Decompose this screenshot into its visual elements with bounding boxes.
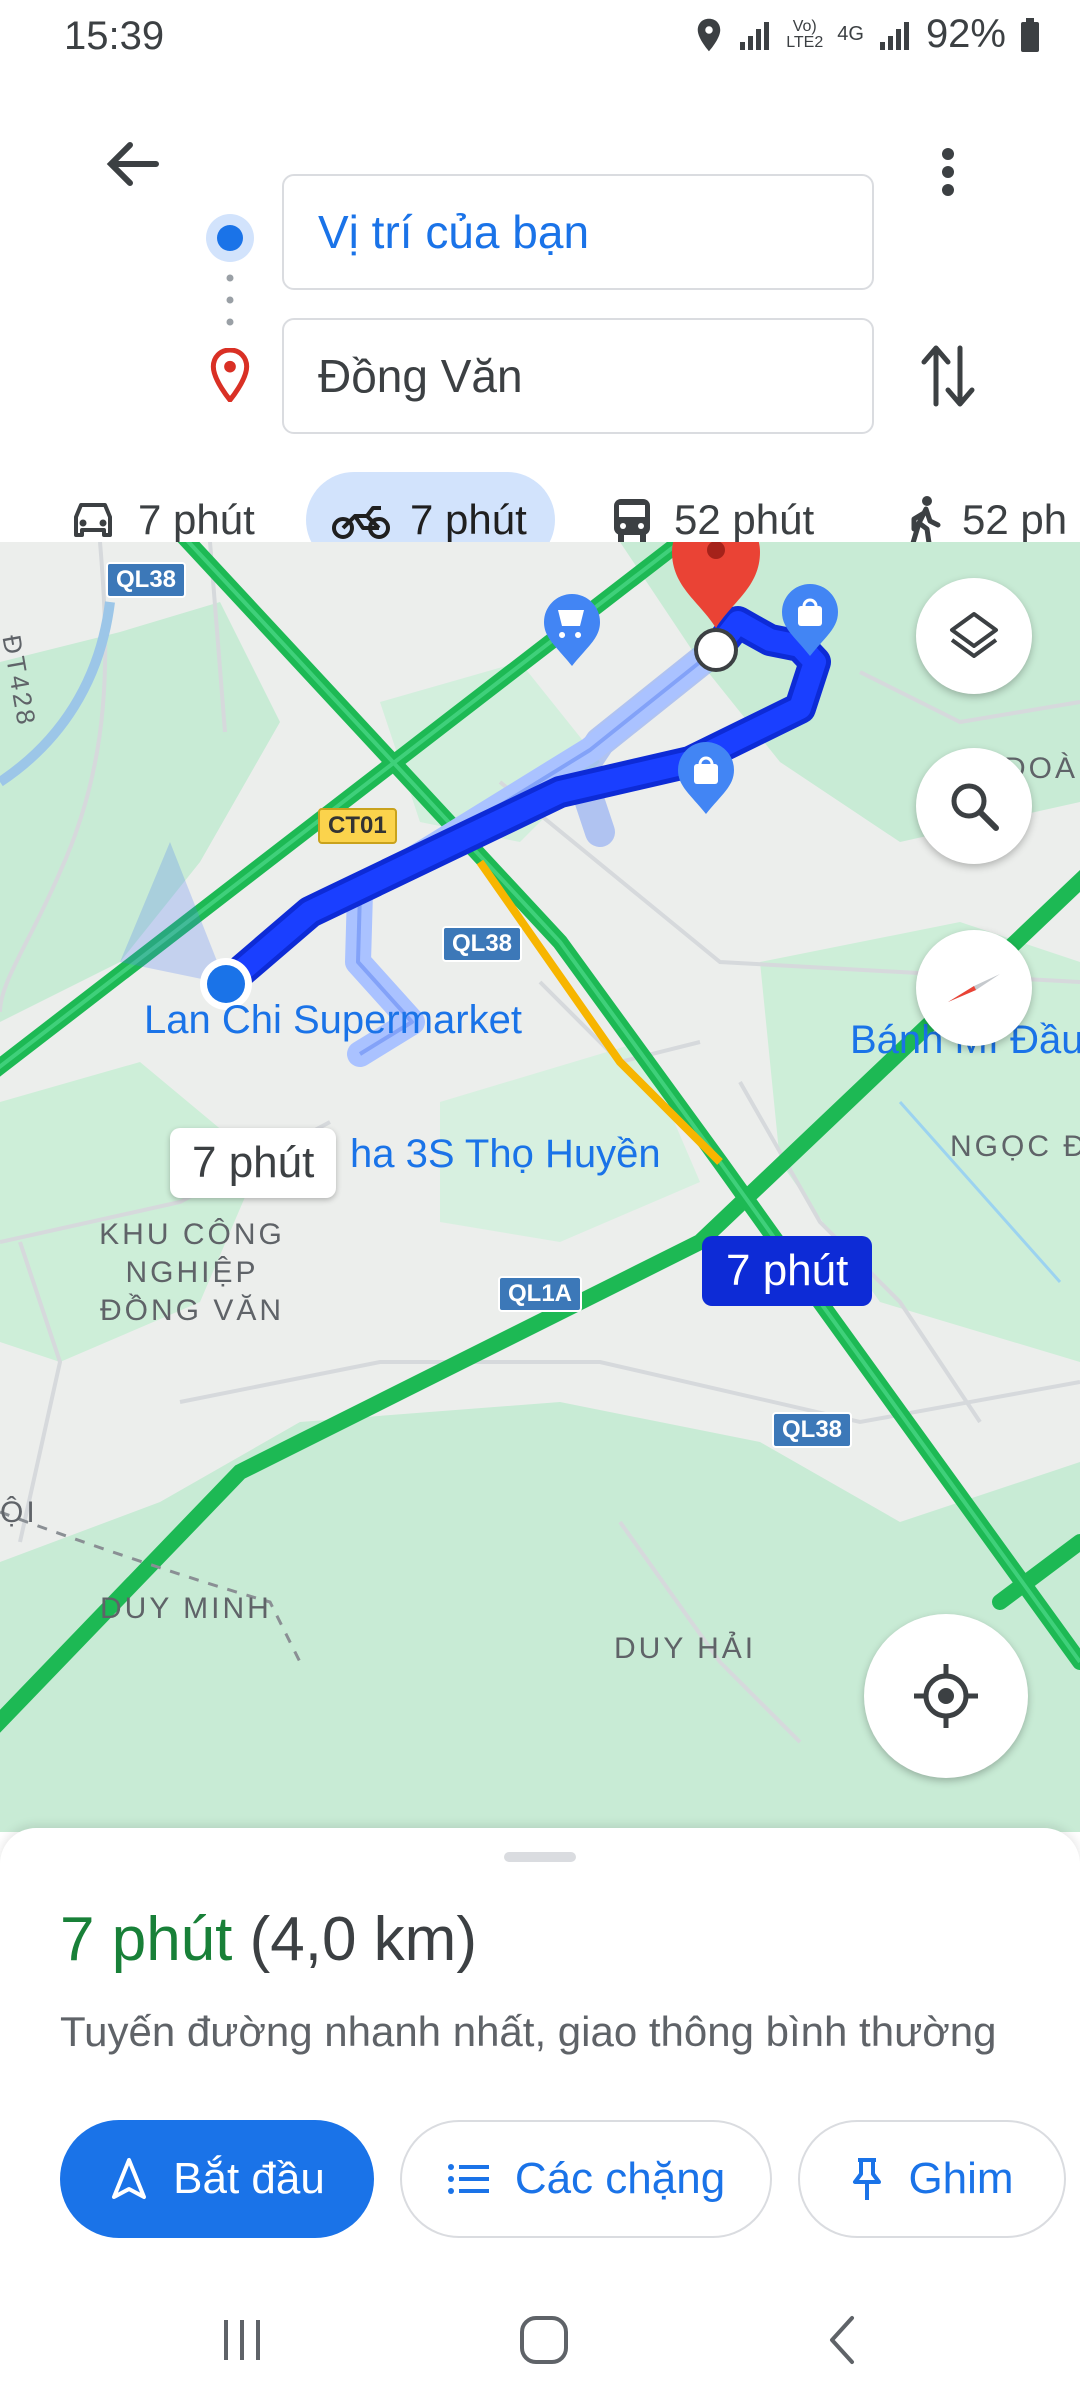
drag-handle[interactable] xyxy=(504,1852,576,1862)
list-icon xyxy=(447,2164,489,2194)
place-label-shop[interactable]: ha 3S Thọ Huyền xyxy=(350,1132,661,1177)
system-back-button[interactable] xyxy=(806,2300,878,2380)
more-options-button[interactable] xyxy=(920,128,976,216)
origin-dot-icon xyxy=(206,214,254,262)
steps-label: Các chặng xyxy=(514,2154,726,2203)
swap-icon xyxy=(921,345,975,407)
road-shield-ql1a: QL1A xyxy=(498,1276,583,1312)
network-type: 4G xyxy=(837,23,864,45)
battery-percent: 92% xyxy=(925,12,1006,56)
status-bar: 15:39 Vo) LTE2 4G 92% xyxy=(0,0,1080,72)
road-shield-ql38: QL38 xyxy=(106,562,187,598)
home-icon xyxy=(520,2316,568,2364)
road-shield-ql38: QL38 xyxy=(442,926,523,962)
recents-icon xyxy=(224,2320,260,2360)
recent-apps-button[interactable] xyxy=(206,2300,278,2380)
layers-button[interactable] xyxy=(916,578,1032,694)
area-label-duy-minh: DUY MINH xyxy=(100,1592,272,1625)
start-button[interactable]: Bắt đầu xyxy=(60,2120,374,2238)
battery-icon xyxy=(1021,17,1039,52)
signal-icon-2 xyxy=(879,21,909,50)
area-label-edge: ỘI xyxy=(0,1496,38,1529)
alt-route-time: 7 phút xyxy=(192,1138,315,1187)
back-button[interactable] xyxy=(96,128,168,200)
more-vert-icon xyxy=(942,148,954,196)
home-button[interactable] xyxy=(504,2300,584,2380)
compass-icon xyxy=(948,974,1000,1002)
pin-button[interactable]: Ghim xyxy=(798,2120,1066,2238)
crosshair-icon xyxy=(914,1664,978,1728)
location-status-icon xyxy=(697,18,721,51)
mode-car-label: 7 phút xyxy=(138,496,255,543)
mode-motorbike-label: 7 phút xyxy=(410,496,527,543)
volte-icon: Vo) LTE2 xyxy=(786,17,824,51)
pin-label: Ghim xyxy=(908,2154,1014,2203)
road-shield-ct01: CT01 xyxy=(318,808,397,844)
place-label-supermarket[interactable]: Lan Chi Supermarket xyxy=(144,998,522,1043)
navigation-arrow-icon xyxy=(112,2158,147,2199)
back-arrow-icon xyxy=(106,142,159,186)
system-nav-bar xyxy=(0,2280,1080,2408)
start-label: Bắt đầu xyxy=(173,2154,325,2203)
my-location-button[interactable] xyxy=(864,1614,1028,1778)
car-icon xyxy=(74,503,112,537)
destination-pin-icon xyxy=(210,348,250,402)
route-duration: 7 phút xyxy=(60,1905,233,1974)
signal-icon xyxy=(740,21,770,50)
road-shield-ql38: QL38 xyxy=(772,1412,853,1448)
search-icon xyxy=(951,783,999,831)
bus-icon xyxy=(614,499,650,542)
destination-field[interactable]: Đồng Văn xyxy=(282,318,874,434)
map-view[interactable]: QL38 CT01 QL38 QL1A QL38 Lan Chi Superma… xyxy=(0,542,1080,1832)
alt-route-callout[interactable]: 7 phút xyxy=(170,1128,337,1198)
primary-route-time: 7 phút xyxy=(726,1246,849,1295)
layers-icon xyxy=(950,612,998,658)
route-dots-connector xyxy=(226,274,234,326)
primary-route-callout[interactable]: 7 phút xyxy=(702,1236,873,1306)
search-along-route-button[interactable] xyxy=(916,748,1032,864)
pin-icon xyxy=(853,2158,882,2200)
route-distance: (4,0 km) xyxy=(249,1905,477,1974)
area-label-ngoc: NGỌC Đ xyxy=(950,1130,1080,1163)
route-summary: 7 phút (4,0 km) xyxy=(60,1904,477,1975)
steps-button[interactable]: Các chặng xyxy=(400,2120,772,2238)
route-description: Tuyến đường nhanh nhất, giao thông bình … xyxy=(60,2008,997,2055)
origin-field[interactable]: Vị trí của bạn xyxy=(282,174,874,290)
system-back-icon xyxy=(830,2316,854,2364)
mode-transit-label: 52 phút xyxy=(674,496,815,543)
walk-icon xyxy=(910,496,941,545)
status-icons: Vo) LTE2 4G 92% xyxy=(694,12,1040,57)
motorbike-icon xyxy=(332,506,390,539)
directions-header: Vị trí của bạn Đồng Văn 7 phút 7 phút 52… xyxy=(0,72,1080,568)
swap-button[interactable] xyxy=(912,336,984,416)
status-time: 15:39 xyxy=(64,14,165,58)
compass-button[interactable] xyxy=(916,930,1032,1046)
area-label-duy-hai: DUY HẢI xyxy=(614,1632,757,1665)
area-label-industrial-zone: KHU CÔNG NGHIỆP ĐỒNG VĂN xyxy=(99,1218,285,1327)
mode-walk-label: 52 ph xyxy=(962,496,1068,543)
